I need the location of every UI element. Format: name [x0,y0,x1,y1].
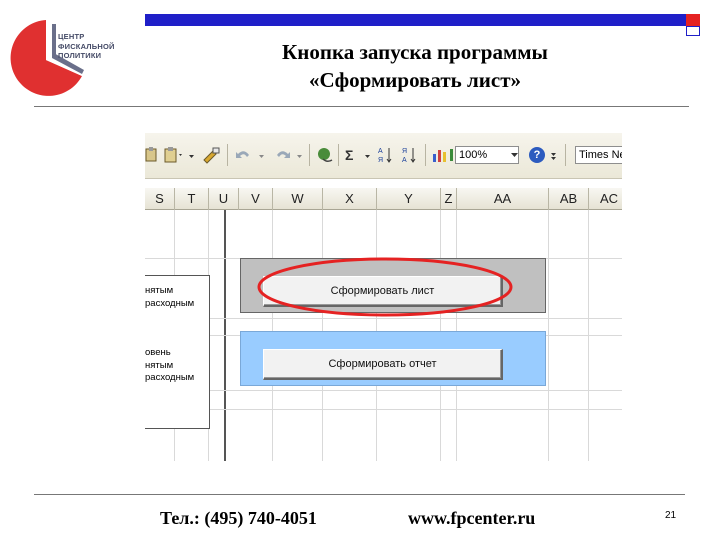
row-label [145,310,209,323]
top-accent-square-outline [686,26,700,36]
column-header[interactable]: AC [589,188,622,210]
fiscal-policy-center-logo: ЦЕНТР ФИСКАЛЬНОЙ ПОЛИТИКИ [8,14,138,96]
undo-dropdown-icon[interactable] [257,146,267,164]
footer-divider [34,494,685,495]
column-header[interactable]: Y [377,188,441,210]
slide-title-line-2: «Сформировать лист» [308,68,522,92]
row-label: расходным [145,297,195,309]
row-label: нятым [145,285,174,296]
toolbar-separator [309,144,310,166]
slide-title-line-1: Кнопка запуска программы [282,40,548,64]
autosum-icon[interactable]: Σ [345,146,353,164]
help-icon[interactable]: ? [529,147,545,163]
zoom-dropdown-icon[interactable] [511,151,519,159]
column-header[interactable]: W [273,188,323,210]
toolbar-options-icon[interactable] [549,146,559,164]
excel-toolbar: Σ AЯ ЯA 100% ? Times Ne [145,133,622,179]
page-number: 21 [665,510,677,521]
row-label-box: нятым расходным овень нятым расходным [145,275,210,429]
sort-desc-icon[interactable]: ЯA [401,146,417,164]
svg-text:A: A [378,148,383,155]
svg-text:A: A [402,157,407,164]
logo-text: ЦЕНТР ФИСКАЛЬНОЙ ПОЛИТИКИ [58,32,115,61]
column-headers: S T U V W X Y Z AA AB AC [145,188,622,210]
dropdown-arrow-icon[interactable] [187,146,197,164]
logo-line-3: ПОЛИТИКИ [58,51,102,60]
toolbar-separator [338,144,339,166]
toolbar-separator [425,144,426,166]
spreadsheet-grid[interactable]: нятым расходным овень нятым расходным Сф… [145,210,622,461]
column-header[interactable]: U [209,188,239,210]
form-report-panel: Сформировать отчет [240,331,546,386]
logo-line-1: ЦЕНТР [58,32,85,41]
footer-phone: Тел.: (495) 740-4051 [160,508,317,528]
form-report-button[interactable]: Сформировать отчет [263,349,503,380]
column-header[interactable]: AB [549,188,589,210]
row-label: расходным [145,372,195,383]
column-header[interactable]: X [323,188,377,210]
svg-text:Я: Я [402,148,407,155]
column-header[interactable]: AA [457,188,549,210]
sort-asc-icon[interactable]: AЯ [377,146,393,164]
column-header[interactable]: T [175,188,209,210]
logo-line-2: ФИСКАЛЬНОЙ [58,41,115,51]
column-header[interactable]: S [145,188,175,210]
footer-website[interactable]: www.fpcenter.ru [408,508,535,529]
svg-text:Я: Я [378,157,383,164]
row-label: овень [145,347,171,358]
column-header[interactable]: V [239,188,273,210]
undo-icon[interactable] [233,146,255,164]
row-label: нятым [145,359,174,371]
highlight-ellipse [257,257,513,317]
slide-title: Кнопка запуска программы «Сформировать л… [200,38,630,94]
paste-special-icon[interactable] [163,146,185,164]
redo-icon[interactable] [271,146,293,164]
drawing-icon[interactable] [450,146,454,164]
top-accent-bar [145,14,686,26]
zoom-select[interactable]: 100% [455,146,519,164]
font-name-select[interactable]: Times Ne [575,146,622,164]
row-label [145,323,209,336]
redo-dropdown-icon[interactable] [295,146,305,164]
paste-icon[interactable] [145,146,159,164]
hyperlink-icon[interactable] [315,146,335,164]
top-accent-square-red [686,14,700,26]
toolbar-separator [565,144,566,166]
column-header[interactable]: Z [441,188,457,210]
autosum-dropdown-icon[interactable] [363,146,373,164]
toolbar-separator [227,144,228,166]
format-painter-icon[interactable] [201,146,221,164]
header-divider [34,106,689,107]
chart-icon[interactable] [431,146,451,164]
